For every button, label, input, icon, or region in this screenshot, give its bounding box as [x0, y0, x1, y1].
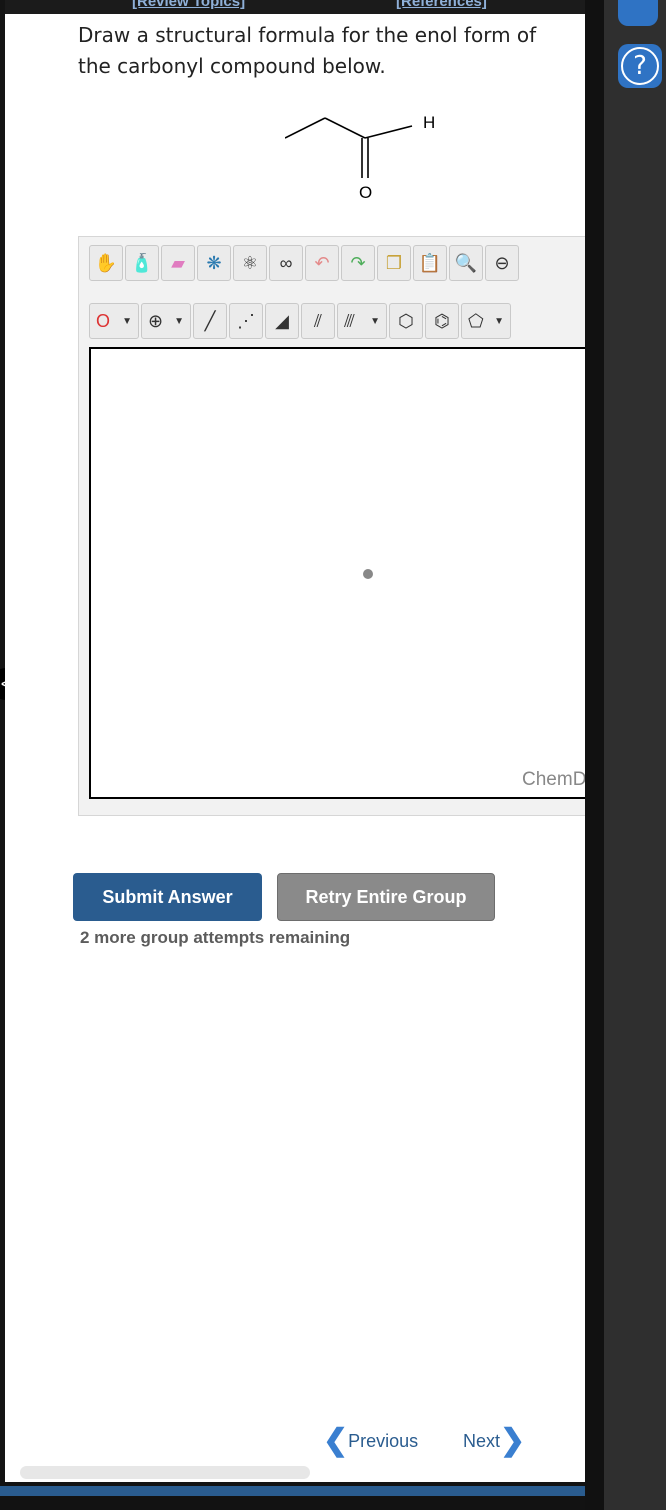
paste-icon[interactable]: 📋 — [413, 245, 447, 281]
bond-line — [285, 117, 326, 139]
dashed-bond-icon[interactable]: ⋰ — [229, 303, 263, 339]
question-text: Draw a structural formula for the enol f… — [78, 23, 537, 78]
atom-cluster-icon[interactable]: ⚛ — [233, 245, 267, 281]
references-link[interactable]: [References] — [396, 0, 487, 10]
triple-bond-dropdown[interactable]: ⫻ ▼ — [337, 303, 387, 339]
eraser-icon[interactable]: ▰ — [161, 245, 195, 281]
undo-icon[interactable]: ↶ — [305, 245, 339, 281]
zoom-out-icon[interactable]: ⊖ — [485, 245, 519, 281]
carbonyl-structure: H O — [285, 113, 435, 200]
chemdoodle-editor: ✋ 🧴 ▰ ❋ ⚛ ∞ ↶ ↷ ❐ 📋 🔍 ⊖ O ▼ ⊕ ▼ ╱ ⋰ ◢ ⫽ ⫻ ▼… — [78, 236, 585, 816]
previous-label: Previous — [348, 1430, 419, 1451]
previous-link[interactable]: ❮ Previous — [323, 1424, 419, 1457]
pentagon-icon: ⬠ — [468, 310, 484, 331]
triple-bond-icon: ⫻ — [344, 310, 355, 331]
hydrogen-label: H — [423, 113, 435, 132]
drawing-canvas[interactable]: ChemDo — [89, 347, 585, 799]
dropdown-arrow-icon: ▼ — [174, 315, 184, 327]
next-label: Next — [463, 1430, 501, 1451]
zoom-in-icon[interactable]: 🔍 — [449, 245, 483, 281]
wedge-bond-icon[interactable]: ◢ — [265, 303, 299, 339]
double-bond-icon[interactable]: ⫽ — [301, 303, 335, 339]
question-panel: [Review Topics] [References] Draw a stru… — [5, 0, 585, 1482]
copy-icon[interactable]: ❐ — [377, 245, 411, 281]
cursor-dot — [363, 569, 373, 579]
single-bond-icon[interactable]: ╱ — [193, 303, 227, 339]
top-link-bar: [Review Topics] [References] — [5, 0, 585, 14]
dropdown-arrow-icon: ▼ — [494, 315, 504, 327]
benzene-icon[interactable]: ⌬ — [425, 303, 459, 339]
oxygen-label: O — [359, 183, 372, 200]
dropdown-arrow-icon: ▼ — [370, 315, 380, 327]
charge-symbol: ⊕ — [148, 310, 164, 331]
next-link[interactable]: Next ❯ — [463, 1424, 526, 1457]
bottle-icon[interactable]: 🧴 — [125, 245, 159, 281]
pentagon-dropdown[interactable]: ⬠ ▼ — [461, 303, 511, 339]
chemdoodle-watermark: ChemDo — [522, 769, 585, 790]
attempts-remaining-text: 2 more group attempts remaining — [80, 928, 351, 947]
atom-rotate-icon[interactable]: ∞ — [269, 245, 303, 281]
panel-divider — [585, 0, 604, 1510]
element-dropdown[interactable]: O ▼ — [89, 303, 139, 339]
review-topics-link[interactable]: [Review Topics] — [132, 0, 245, 10]
toolbar-row-1: ✋ 🧴 ▰ ❋ ⚛ ∞ ↶ ↷ ❐ 📋 🔍 ⊖ — [89, 245, 521, 281]
sidebar-button[interactable] — [618, 0, 658, 26]
horizontal-scrollbar[interactable] — [20, 1466, 310, 1479]
hexagon-icon[interactable]: ⬡ — [389, 303, 423, 339]
charge-dropdown[interactable]: ⊕ ▼ — [141, 303, 191, 339]
redo-icon[interactable]: ↷ — [341, 245, 375, 281]
chevron-right-icon: ❯ — [500, 1424, 526, 1457]
dropdown-arrow-icon: ▼ — [122, 315, 132, 327]
bond-line — [324, 117, 366, 139]
lasso-icon[interactable]: ❋ — [197, 245, 231, 281]
bottom-accent-bar — [0, 1486, 590, 1496]
help-button[interactable]: ? — [618, 44, 662, 88]
submit-answer-button[interactable]: Submit Answer — [73, 873, 262, 921]
chevron-left-icon: ❮ — [323, 1424, 349, 1457]
right-sidebar — [604, 0, 666, 1510]
element-label: O — [96, 310, 111, 331]
retry-entire-group-button[interactable]: Retry Entire Group — [277, 873, 495, 921]
bond-line — [364, 125, 413, 139]
toolbar-row-2: O ▼ ⊕ ▼ ╱ ⋰ ◢ ⫽ ⫻ ▼ ⬡ ⌬ ⬠ ▼ — [89, 303, 513, 339]
hand-icon[interactable]: ✋ — [89, 245, 123, 281]
help-icon: ? — [621, 47, 659, 85]
